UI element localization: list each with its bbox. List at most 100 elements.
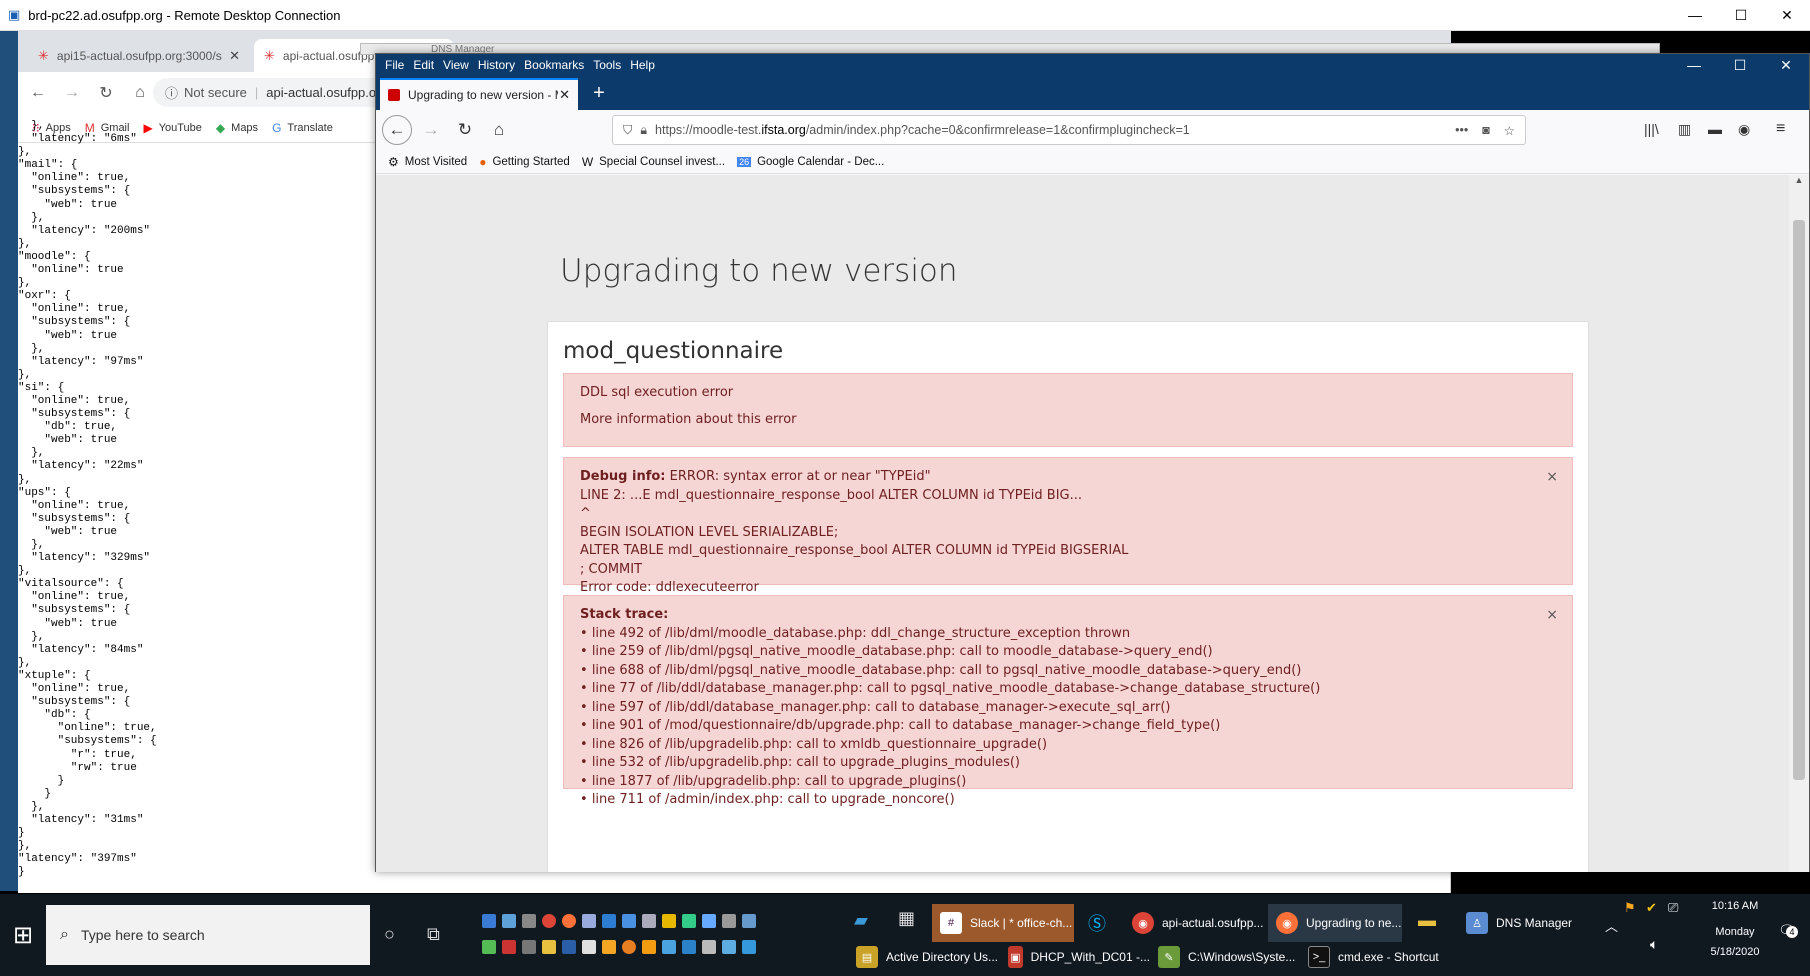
outlook-quick-icon[interactable] <box>742 940 756 954</box>
ff-minimize-button[interactable]: — <box>1671 54 1717 76</box>
quick-launch-icon[interactable] <box>622 914 636 928</box>
quick-launch-icon[interactable] <box>702 940 716 954</box>
back-arrow-icon[interactable]: ← <box>24 79 52 107</box>
bookmark-getting-started[interactable]: ● Getting Started <box>479 155 570 169</box>
page-scrollbar[interactable]: ▲ <box>1789 175 1809 872</box>
pocket-icon[interactable]: ◙ <box>1482 123 1490 137</box>
close-tab-icon[interactable]: ✕ <box>229 48 240 64</box>
quick-launch-icon[interactable] <box>722 914 736 928</box>
firefox-address-bar[interactable]: ⛉ 🔒︎ https://moodle-test. ifsta.org/admin… <box>612 115 1526 145</box>
chrome-icon: ◉ <box>1132 912 1154 934</box>
file-explorer-icon[interactable]: ▬ <box>1418 910 1436 931</box>
bookmark-star-icon[interactable]: ☆ <box>1504 123 1515 138</box>
menu-edit[interactable]: Edit <box>413 58 434 72</box>
reload-icon[interactable]: ↻ <box>92 79 120 107</box>
more-info-link[interactable]: More information about this error <box>580 411 1556 430</box>
menu-file[interactable]: File <box>385 58 404 72</box>
quick-launch-icon[interactable] <box>642 914 656 928</box>
extension-icon[interactable]: ▬ <box>1708 121 1722 137</box>
quick-launch-icon[interactable] <box>742 914 756 928</box>
taskbar-clock-time[interactable]: 10:16 AM <box>1690 900 1780 912</box>
active-directory-icon: ▤ <box>856 946 878 968</box>
close-debug-icon[interactable]: × <box>1546 468 1558 487</box>
bookmark-special-counsel[interactable]: W Special Counsel invest... <box>582 155 725 169</box>
quick-launch-icon[interactable] <box>522 914 536 928</box>
bookmark-google-calendar[interactable]: 26 Google Calendar - Dec... <box>737 156 884 168</box>
firefox-tab-upgrading[interactable]: Upgrading to new version - Mo ✕ <box>380 78 578 110</box>
close-stack-icon[interactable]: × <box>1546 606 1558 625</box>
quick-launch-icon[interactable] <box>482 914 496 928</box>
windows-start-icon[interactable]: ⊞ <box>0 894 46 976</box>
back-arrow-icon[interactable]: ← <box>382 115 412 145</box>
quick-launch-icon[interactable] <box>582 914 596 928</box>
quick-launch-icon[interactable] <box>502 914 516 928</box>
bullet: • <box>580 736 588 752</box>
menu-view[interactable]: View <box>443 58 469 72</box>
taskbar-app-windows-system[interactable]: ✎ C:\Windows\Syste... <box>1150 938 1300 976</box>
quick-launch-icon[interactable] <box>482 940 496 954</box>
quick-launch-icon[interactable] <box>602 914 616 928</box>
menu-bookmarks[interactable]: Bookmarks <box>524 58 584 72</box>
close-tab-icon[interactable]: ✕ <box>559 87 570 103</box>
menu-history[interactable]: History <box>478 58 515 72</box>
cortana-icon[interactable]: ○ <box>384 924 395 945</box>
new-tab-plus-icon[interactable]: + <box>586 80 612 106</box>
rdp-close-button[interactable]: ✕ <box>1764 0 1810 31</box>
ff-maximize-button[interactable]: ☐ <box>1717 54 1763 76</box>
quick-launch-icon[interactable] <box>682 940 696 954</box>
debug-line: ALTER TABLE mdl_questionnaire_response_b… <box>580 543 1129 558</box>
quick-launch-icon[interactable] <box>602 940 616 954</box>
folder-quick-icon[interactable] <box>542 940 556 954</box>
taskbar-search-box[interactable]: ⌕ Type here to search <box>46 905 370 965</box>
show-hidden-icons-chevron[interactable]: ︿ <box>1605 916 1618 935</box>
quick-launch-icon[interactable] <box>682 914 696 928</box>
home-icon[interactable]: ⌂ <box>484 115 514 145</box>
filezilla-quick-icon[interactable] <box>502 940 516 954</box>
ff-close-button[interactable]: ✕ <box>1763 54 1809 76</box>
taskbar-app-active-directory[interactable]: ▤ Active Directory Us... <box>848 938 998 976</box>
taskbar-app-firefox[interactable]: ◉ Upgrading to ne... <box>1268 904 1402 942</box>
hamburger-menu-icon[interactable]: ≡ <box>1776 120 1785 138</box>
tray-shield-icon[interactable]: ✔ <box>1646 900 1657 916</box>
rdp-minimize-button[interactable]: — <box>1672 0 1718 31</box>
taskbar-app-dns-manager[interactable]: ♙ DNS Manager <box>1458 904 1592 942</box>
menu-tools[interactable]: Tools <box>593 58 621 72</box>
taskbar-app-slack[interactable]: # Slack | * office-ch... <box>932 904 1074 942</box>
calculator-icon[interactable]: ▦ <box>898 908 915 929</box>
powershell-icon[interactable]: ▰ <box>854 910 868 931</box>
home-icon[interactable]: ⌂ <box>126 79 154 107</box>
sidebar-icon[interactable]: ▥ <box>1678 121 1691 138</box>
taskbar-app-cmd[interactable]: >_ cmd.exe - Shortcut <box>1300 938 1460 976</box>
tray-app-icon[interactable]: ⚑ <box>1624 900 1636 916</box>
stack-line: • line 1877 of /lib/upgradelib.php: call… <box>580 773 1556 792</box>
page-actions-icon[interactable]: ••• <box>1455 123 1468 137</box>
forward-arrow-icon[interactable]: → <box>416 115 446 145</box>
network-icon[interactable]: ⎚ <box>1668 900 1678 916</box>
taskbar-app-dhcp[interactable]: ▣ DHCP_With_DC01 -... <box>1000 938 1150 976</box>
library-icon[interactable]: |||\ <box>1644 121 1659 137</box>
rdp-maximize-button[interactable]: ☐ <box>1718 0 1764 31</box>
forward-arrow-icon[interactable]: → <box>58 79 86 107</box>
quick-launch-icon[interactable] <box>662 940 676 954</box>
scrollbar-thumb[interactable] <box>1793 220 1805 780</box>
task-view-icon[interactable]: ⧉ <box>427 924 440 945</box>
firefox-quick-icon[interactable] <box>562 914 576 928</box>
quick-launch-icon[interactable] <box>642 940 656 954</box>
quick-launch-icon[interactable] <box>722 940 736 954</box>
quick-launch-icon[interactable] <box>562 940 576 954</box>
skype-icon[interactable]: Ⓢ <box>1088 910 1106 936</box>
bookmark-most-visited[interactable]: ⚙ Most Visited <box>388 155 467 169</box>
account-icon[interactable]: ◉ <box>1738 121 1750 138</box>
quick-launch-icon[interactable] <box>522 940 536 954</box>
scroll-up-icon[interactable]: ▲ <box>1789 175 1809 185</box>
menu-help[interactable]: Help <box>630 58 655 72</box>
taskbar-app-chrome[interactable]: ◉ api-actual.osufpp... <box>1124 904 1264 942</box>
reload-icon[interactable]: ↻ <box>450 115 480 145</box>
volume-icon[interactable]: 🔈︎ <box>1650 936 1658 953</box>
quick-launch-icon[interactable] <box>622 940 636 954</box>
chrome-quick-icon[interactable] <box>542 914 556 928</box>
quick-launch-icon[interactable] <box>582 940 596 954</box>
chrome-tab-api15[interactable]: ✳ api15-actual.osufpp.org:3000/sta ✕ <box>28 39 250 72</box>
quick-launch-icon[interactable] <box>662 914 676 928</box>
quick-launch-icon[interactable] <box>702 914 716 928</box>
